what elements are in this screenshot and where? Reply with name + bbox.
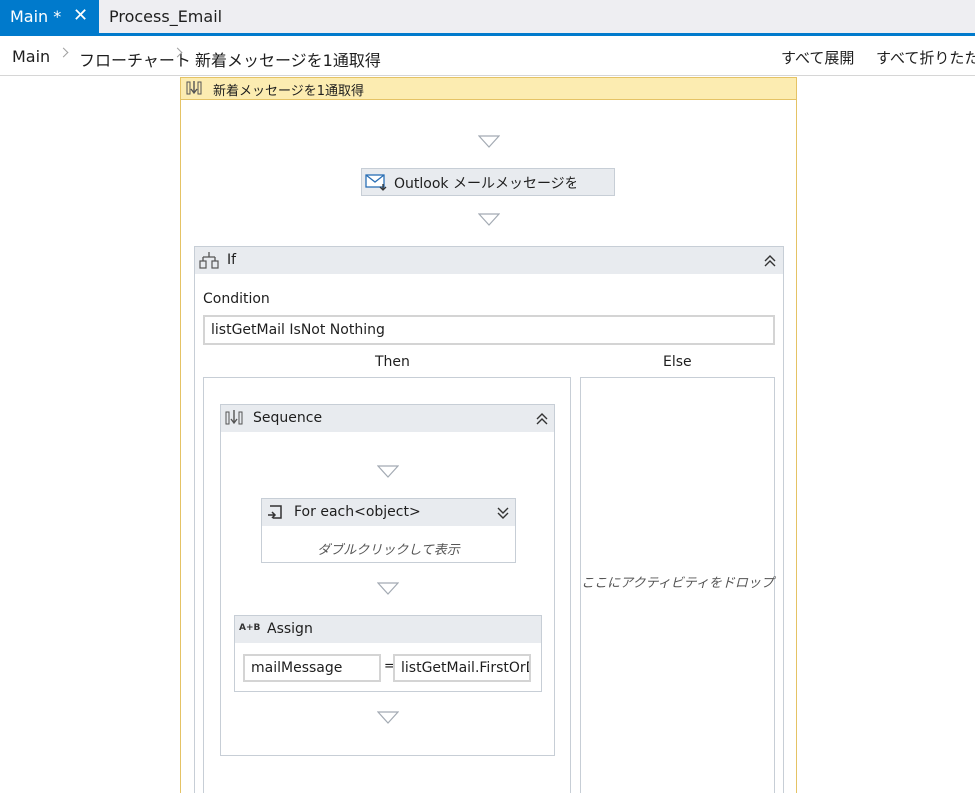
for-each-header: For each<object> (262, 499, 515, 526)
expand-icon[interactable] (496, 506, 510, 520)
if-icon (199, 252, 219, 269)
if-title: If (227, 252, 237, 268)
else-drop-hint: ここにアクティビティをドロップ (581, 576, 774, 591)
sequence-header: 新着メッセージを1通取得 (181, 78, 796, 100)
breadcrumb: Main フローチャート 新着メッセージを1通取得 すべて展開 すべて折りたた (0, 36, 975, 76)
breadcrumb-item-current[interactable]: 新着メッセージを1通取得 (195, 47, 381, 71)
assign-activity[interactable]: A+B Assign mailMessage = listGetMail.Fir… (234, 615, 542, 692)
then-label: Then (375, 354, 410, 370)
then-branch[interactable]: Sequence For each<object> ダブルクリックして表示 A+… (203, 377, 571, 793)
for-each-activity[interactable]: For each<object> ダブルクリックして表示 (261, 498, 516, 563)
assign-icon: A+B (239, 623, 261, 633)
document-tab-strip: Main * ✕ Process_Email (0, 0, 975, 33)
drop-target-arrow-icon[interactable] (377, 465, 399, 478)
outlook-activity-label: Outlook メールメッセージを取得 (394, 176, 576, 192)
expand-all-button[interactable]: すべて展開 (781, 47, 854, 68)
tab-process-email-label: Process_Email (109, 7, 223, 26)
if-header: If (195, 247, 783, 274)
assign-body: mailMessage = listGetMail.FirstOrDefault (235, 643, 541, 691)
designer-canvas[interactable]: 新着メッセージを1通取得 Outlook メールメッセージを取得 (0, 77, 975, 793)
drop-target-arrow-icon[interactable] (377, 711, 399, 724)
for-each-title: For each<object> (294, 504, 421, 520)
condition-input[interactable]: listGetMail IsNot Nothing (203, 315, 775, 345)
collapse-icon[interactable] (763, 254, 777, 268)
tab-main-label: Main * (10, 7, 62, 26)
loop-icon (268, 505, 282, 519)
sequence-header: Sequence (221, 405, 554, 432)
breadcrumb-item-main[interactable]: Main (12, 47, 50, 66)
mail-icon (365, 174, 387, 191)
for-each-hint: ダブルクリックして表示 (317, 543, 460, 558)
assign-value-field[interactable]: listGetMail.FirstOrDefault (393, 654, 531, 682)
drop-target-arrow-icon[interactable] (478, 135, 500, 148)
close-icon[interactable]: ✕ (73, 5, 88, 26)
tab-process-email[interactable]: Process_Email (99, 0, 232, 33)
chevron-right-icon (58, 47, 69, 58)
drop-target-arrow-icon[interactable] (377, 582, 399, 595)
if-activity[interactable]: If Condition listGetMail IsNot Nothing T… (194, 246, 784, 793)
collapse-icon[interactable] (535, 412, 549, 426)
else-label: Else (663, 354, 692, 370)
drop-target-arrow-icon[interactable] (478, 213, 500, 226)
sequence-icon (186, 81, 202, 95)
assign-to-field[interactable]: mailMessage (243, 654, 381, 682)
assign-title: Assign (267, 621, 313, 637)
sequence-new-message[interactable]: 新着メッセージを1通取得 Outlook メールメッセージを取得 (180, 77, 797, 793)
sequence-title: Sequence (253, 410, 323, 426)
else-branch[interactable]: ここにアクティビティをドロップ (580, 377, 775, 793)
collapse-all-button[interactable]: すべて折りたた (876, 47, 975, 68)
tab-main[interactable]: Main * ✕ (0, 0, 99, 33)
sequence-activity[interactable]: Sequence For each<object> ダブルクリックして表示 A+… (220, 404, 555, 756)
sequence-title: 新着メッセージを1通取得 (213, 84, 365, 99)
sequence-icon (225, 410, 243, 425)
outlook-get-mail-activity[interactable]: Outlook メールメッセージを取得 (361, 168, 615, 196)
condition-label: Condition (203, 291, 270, 307)
